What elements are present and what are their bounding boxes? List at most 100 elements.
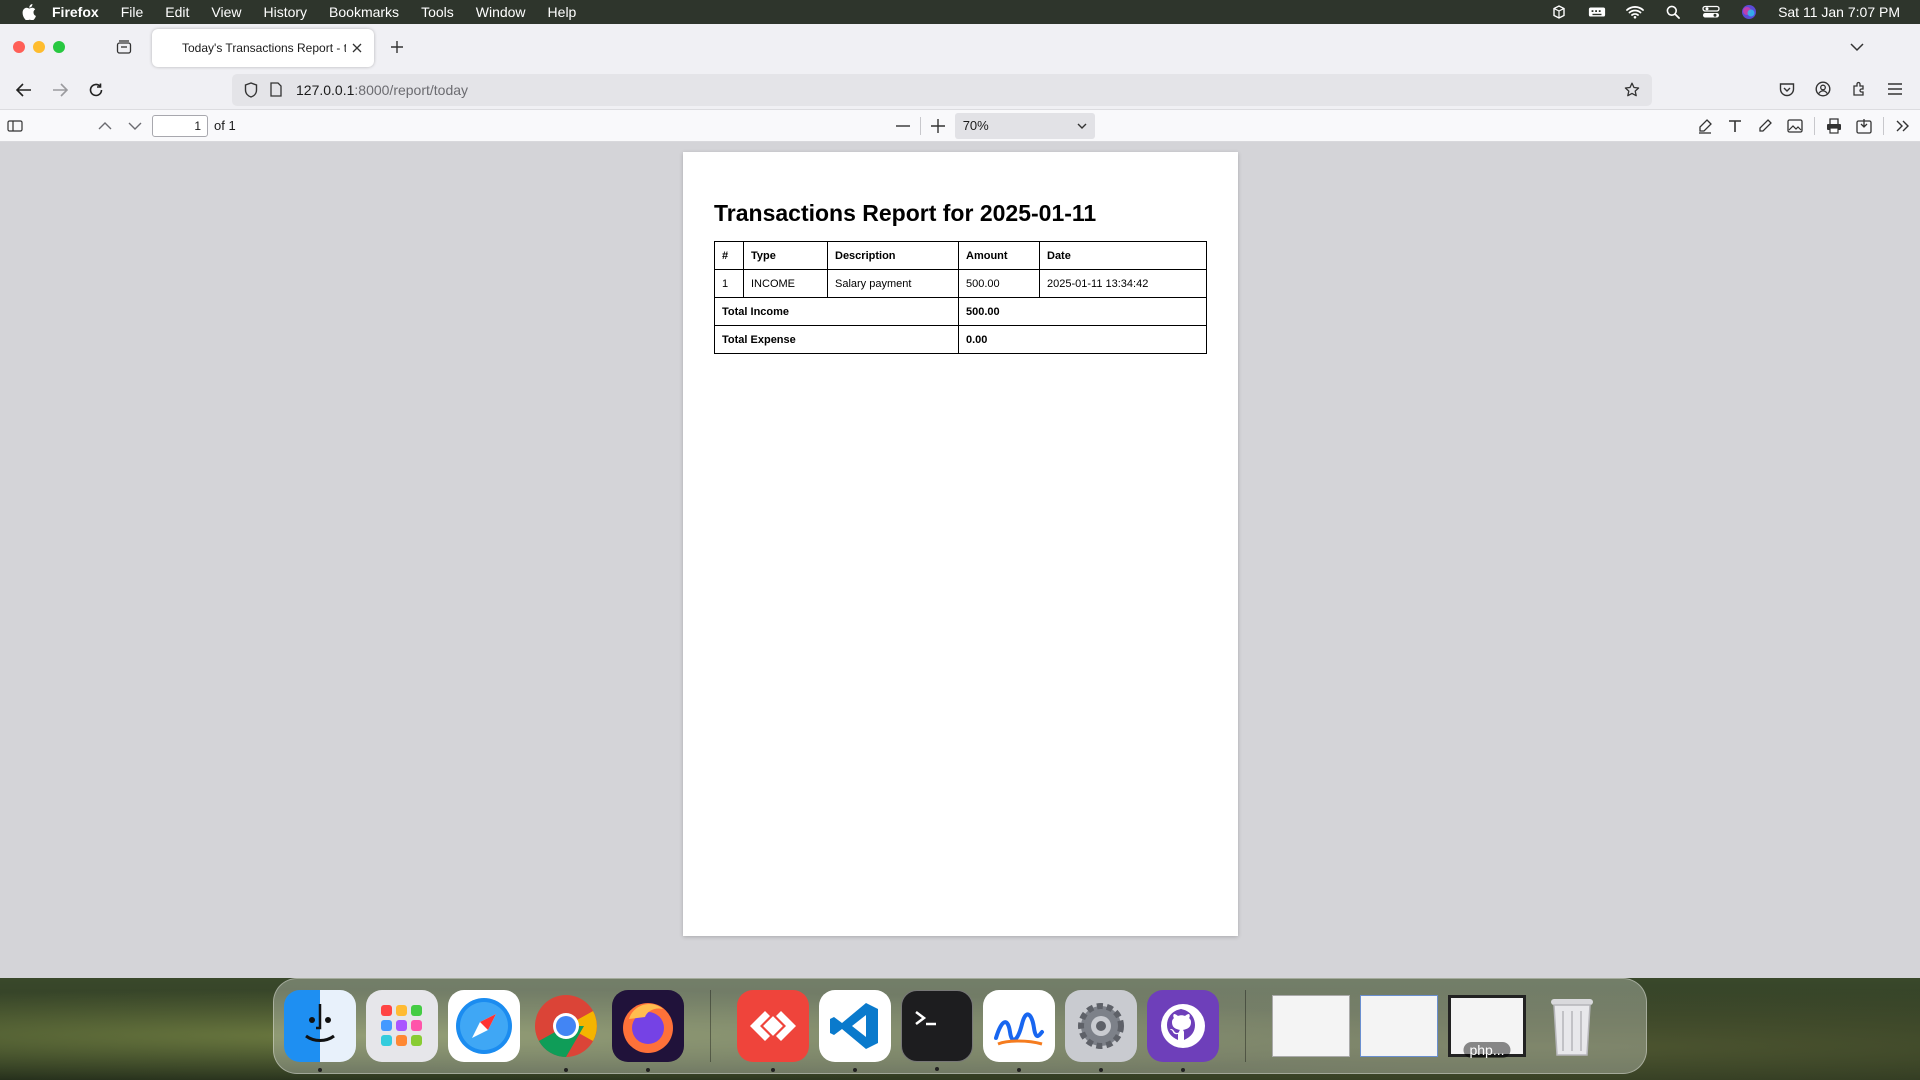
zoom-out-icon[interactable] [892,115,914,137]
tab-bar: Today's Transactions Report - t [0,24,1920,70]
print-icon[interactable] [1823,115,1845,137]
minimized-window-label: php... [1463,1042,1511,1058]
package-icon[interactable] [1550,4,1568,20]
dock-chrome[interactable] [530,990,602,1072]
tab-transactions-report[interactable]: Today's Transactions Report - t [152,29,374,67]
control-center-icon[interactable] [1702,4,1720,20]
extensions-icon[interactable] [1848,78,1870,100]
page-count: of 1 [214,118,236,133]
toolbar-divider [1814,116,1815,135]
menu-view[interactable]: View [211,4,241,20]
chrome-icon [535,995,597,1057]
firefox-view-icon[interactable] [113,36,135,58]
dock-terminal[interactable] [901,990,973,1071]
bookmark-star-icon[interactable] [1624,82,1640,98]
running-indicator [771,1068,775,1072]
dock-anydesk[interactable] [737,990,809,1072]
menu-file[interactable]: File [121,4,144,20]
menu-edit[interactable]: Edit [165,4,189,20]
row-date: 2025-01-11 13:34:42 [1039,269,1207,298]
apple-icon[interactable] [20,3,38,21]
launchpad-icon [381,1005,422,1046]
pocket-icon[interactable] [1776,78,1798,100]
zoom-in-icon[interactable] [927,115,949,137]
firefox-icon [623,1003,673,1053]
pdf-page: Transactions Report for 2025-01-11 # Typ… [683,152,1238,936]
previous-page-icon[interactable] [94,115,116,137]
zoom-select[interactable]: 70% [954,112,1095,139]
reload-icon[interactable] [82,76,110,104]
toolbar-right [1776,78,1906,100]
minimized-window-php[interactable]: php... [1448,995,1526,1058]
back-icon[interactable] [10,76,38,104]
close-tab-icon[interactable] [350,41,364,55]
running-indicator [564,1068,568,1072]
minimized-window-thumbnail[interactable] [1360,995,1438,1057]
wifi-icon[interactable] [1626,4,1644,20]
dock-separator [1245,990,1246,1062]
running-indicator [853,1068,857,1072]
pdf-toolbar: 1 of 1 70% [0,110,1920,142]
dock-launchpad[interactable] [366,990,438,1062]
toolbar-divider [1883,116,1884,135]
window-controls [13,41,65,53]
account-icon[interactable] [1812,78,1834,100]
next-page-icon[interactable] [124,115,146,137]
dock-safari[interactable] [448,990,520,1062]
menu-bar: Firefox File Edit View History Bookmarks… [0,0,1920,24]
dock-finder[interactable] [284,990,356,1072]
highlight-icon[interactable] [1694,115,1716,137]
pdf-viewer[interactable]: Transactions Report for 2025-01-11 # Typ… [0,142,1920,978]
keyboard-icon[interactable] [1588,4,1606,20]
tab-title: Today's Transactions Report - t [182,41,346,55]
save-icon[interactable] [1853,115,1875,137]
dock-github-desktop[interactable] [1147,990,1219,1072]
hamburger-menu-icon[interactable] [1884,78,1906,100]
menu-tools[interactable]: Tools [421,4,454,20]
dock-freeform[interactable] [983,990,1055,1072]
search-icon[interactable] [1664,4,1682,20]
page-icon [270,82,286,98]
more-tools-icon[interactable] [1892,115,1914,137]
new-tab-icon[interactable] [386,36,408,58]
text-icon[interactable] [1724,115,1746,137]
dock-trash[interactable] [1536,990,1608,1062]
url-bar[interactable]: 127.0.0.1:8000/report/today [232,74,1652,106]
sidebar-toggle-icon[interactable] [4,115,26,137]
minimized-window-thumbnail[interactable] [1272,995,1350,1057]
running-indicator [1099,1068,1103,1072]
tracking-shield-icon[interactable] [244,82,260,98]
list-all-tabs-icon[interactable] [1846,36,1868,58]
menu-app-firefox[interactable]: Firefox [52,4,99,20]
image-icon[interactable] [1784,115,1806,137]
draw-icon[interactable] [1754,115,1776,137]
column-header: Type [743,241,828,270]
row-description: Salary payment [827,269,959,298]
total-income-value: 500.00 [958,297,1207,326]
menu-help[interactable]: Help [548,4,577,20]
minimize-window-button[interactable] [33,41,45,53]
menu-history[interactable]: History [263,4,307,20]
dock-firefox[interactable] [612,990,684,1072]
url-path: :8000/report/today [354,82,469,98]
menu-bookmarks[interactable]: Bookmarks [329,4,399,20]
maximize-window-button[interactable] [53,41,65,53]
total-expense-label: Total Expense [714,325,959,354]
column-header: Description [827,241,959,270]
menu-window[interactable]: Window [476,4,526,20]
terminal-icon [915,1011,936,1026]
dock-vscode[interactable] [819,990,891,1072]
forward-icon[interactable] [46,76,74,104]
report-title: Transactions Report for 2025-01-11 [714,200,1097,226]
siri-icon[interactable] [1740,4,1758,20]
clock[interactable]: Sat 11 Jan 7:07 PM [1778,4,1900,20]
url-host: 127.0.0.1 [296,82,355,98]
dock: php... [273,978,1647,1074]
total-expense-row: Total Expense 0.00 [714,325,1207,354]
close-window-button[interactable] [13,41,25,53]
page-number-input[interactable]: 1 [152,114,208,137]
column-header: Date [1039,241,1207,270]
finder-icon [305,1004,335,1042]
chevron-down-icon [1077,123,1087,129]
dock-system-settings[interactable] [1065,990,1137,1072]
